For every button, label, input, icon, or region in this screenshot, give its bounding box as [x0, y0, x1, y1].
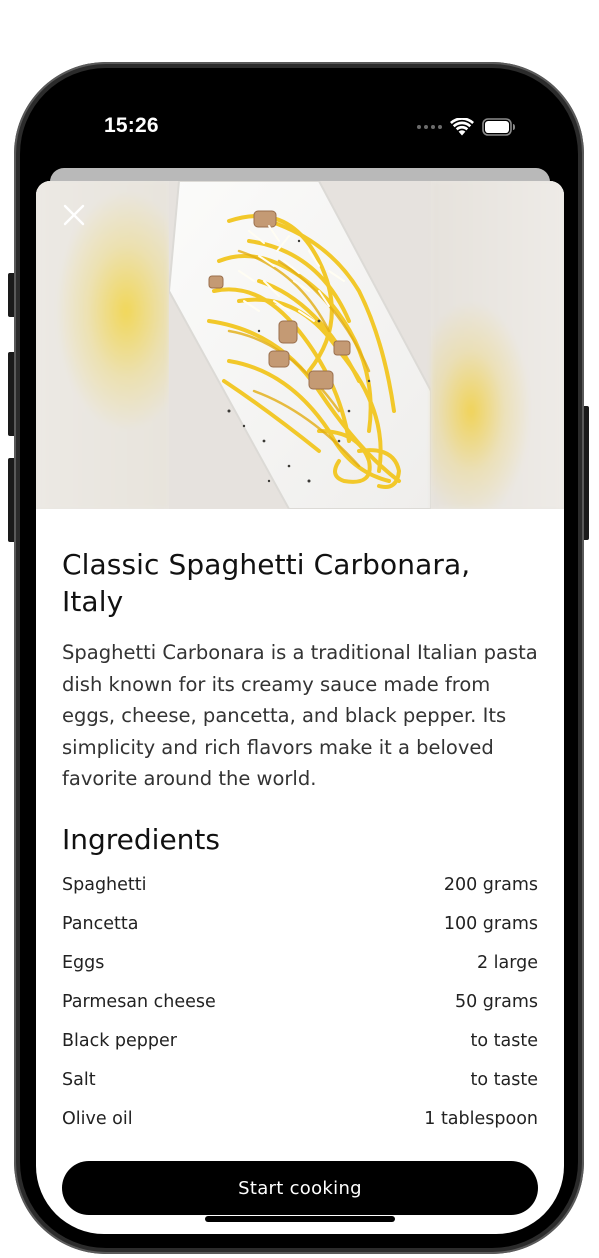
- start-cooking-button[interactable]: Start cooking: [62, 1161, 538, 1215]
- hero-blur-left: [36, 181, 169, 509]
- battery-icon: [482, 118, 515, 136]
- ingredient-row: Spaghetti 200 grams: [62, 866, 538, 905]
- ingredient-amount: to taste: [470, 1031, 538, 1051]
- ingredient-amount: 50 grams: [454, 992, 538, 1012]
- carbonara-illustration: [169, 181, 431, 509]
- ingredient-name: Eggs: [62, 953, 105, 973]
- recipe-sheet: Classic Spaghetti Carbonara, Italy Spagh…: [36, 181, 564, 1234]
- device-stage: 15:26 Classic Spaghetti Carbonara, Italy…: [0, 0, 599, 1258]
- status-icons: [417, 118, 516, 136]
- home-indicator[interactable]: [205, 1216, 395, 1222]
- recipe-content: Classic Spaghetti Carbonara, Italy Spagh…: [62, 546, 538, 1139]
- ingredient-amount: 2 large: [476, 953, 538, 973]
- recipe-title: Classic Spaghetti Carbonara, Italy: [62, 548, 471, 618]
- ingredient-row: Salt to taste: [62, 1061, 538, 1100]
- screen: 15:26 Classic Spaghetti Carbonara, Italy…: [36, 86, 564, 1234]
- ingredient-row: Black pepper to taste: [62, 1022, 538, 1061]
- ingredients-heading: Ingredients: [62, 822, 220, 856]
- ingredient-amount: 200 grams: [443, 875, 538, 895]
- ingredient-name: Pancetta: [62, 914, 139, 934]
- ingredient-row: Pancetta 100 grams: [62, 905, 538, 944]
- wifi-icon: [450, 118, 474, 136]
- close-button[interactable]: [58, 199, 90, 231]
- hero-photo: [169, 181, 431, 509]
- ingredient-row: Eggs 2 large: [62, 944, 538, 983]
- ingredient-name: Black pepper: [62, 1031, 177, 1051]
- ingredient-name: Parmesan cheese: [62, 992, 216, 1012]
- ingredient-name: Spaghetti: [62, 875, 147, 895]
- ingredient-row: Parmesan cheese 50 grams: [62, 983, 538, 1022]
- recipe-description: Spaghetti Carbonara is a traditional Ita…: [62, 641, 538, 790]
- ingredient-name: Olive oil: [62, 1109, 133, 1129]
- ingredient-amount: to taste: [470, 1070, 538, 1090]
- close-icon: [63, 204, 85, 226]
- ingredient-amount: 1 tablespoon: [424, 1109, 538, 1129]
- ingredient-row: Olive oil 1 tablespoon: [62, 1100, 538, 1139]
- hero-blur-right: [431, 181, 564, 509]
- status-time: 15:26: [104, 114, 159, 137]
- recipe-hero-image: [36, 181, 564, 509]
- cellular-signal-icon: [417, 125, 442, 129]
- ingredients-list: Spaghetti 200 grams Pancetta 100 grams E…: [62, 866, 538, 1139]
- ingredient-name: Salt: [62, 1070, 96, 1090]
- ingredient-amount: 100 grams: [443, 914, 538, 934]
